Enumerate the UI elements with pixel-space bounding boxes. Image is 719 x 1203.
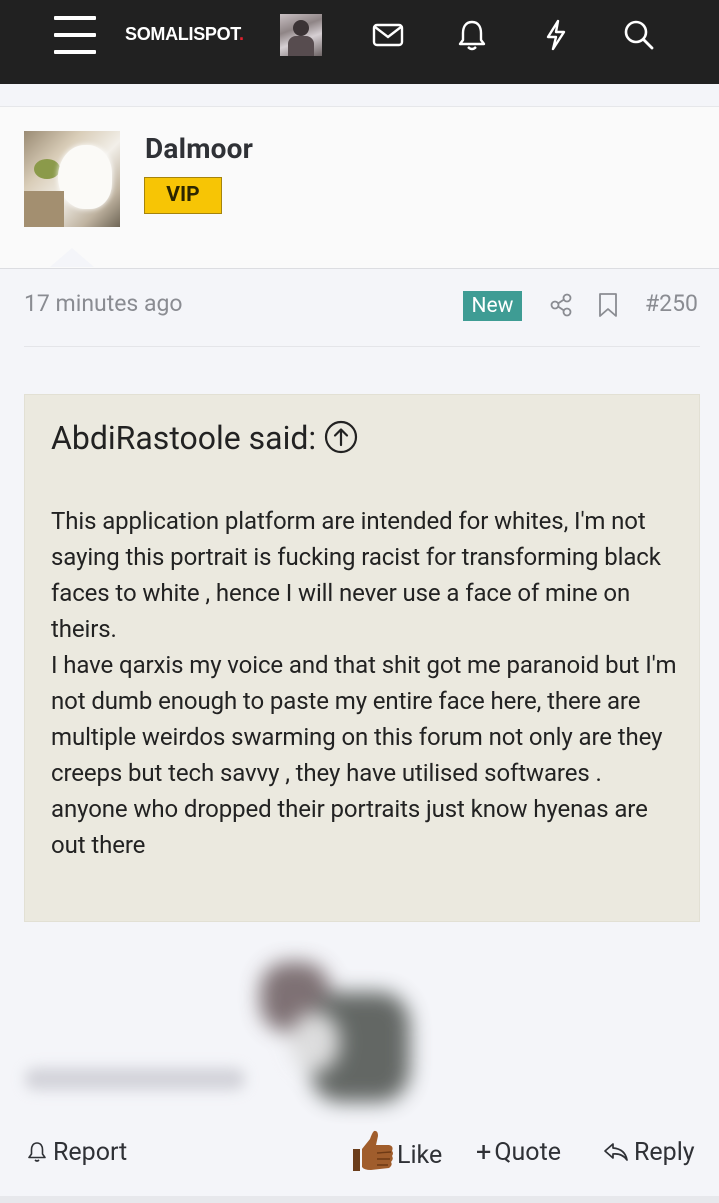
quote-block: AbdiRastoole said: This application plat… xyxy=(24,394,700,922)
card-notch xyxy=(50,248,94,267)
bottom-divider xyxy=(0,1196,719,1203)
blurred-caption xyxy=(25,1068,245,1090)
reply-icon xyxy=(604,1143,628,1161)
avatar[interactable] xyxy=(280,14,322,56)
share-icon[interactable] xyxy=(548,292,574,318)
post-user-card xyxy=(0,106,719,269)
quote-button[interactable]: + Quote xyxy=(476,1128,561,1176)
username[interactable]: Dalmoor xyxy=(145,132,253,165)
quote-author[interactable]: AbdiRastoole said: xyxy=(51,419,316,457)
like-button[interactable]: Like xyxy=(347,1128,442,1176)
divider xyxy=(24,346,700,347)
post-meta: 17 minutes ago New #250 xyxy=(24,290,700,321)
thumbs-up-icon xyxy=(353,1130,393,1171)
arrow-up-circle-icon[interactable] xyxy=(324,420,358,454)
post-actions: Report Like + Quote Reply xyxy=(0,1128,719,1178)
bell-outline-icon xyxy=(28,1142,46,1162)
blurred-image[interactable] xyxy=(250,952,420,1112)
post-number[interactable]: #250 xyxy=(645,290,698,317)
reply-button[interactable]: Reply xyxy=(602,1128,695,1176)
bell-icon[interactable] xyxy=(454,17,490,53)
quote-paragraph: anyone who dropped their portraits just … xyxy=(51,795,648,859)
logo-text: SOMALISPOT xyxy=(125,24,240,44)
vip-badge: VIP xyxy=(144,177,222,214)
logo-dot: . xyxy=(239,24,244,44)
envelope-icon[interactable] xyxy=(370,17,406,53)
quote-body: This application platform are intended f… xyxy=(51,503,681,863)
new-badge: New xyxy=(463,291,522,321)
lightning-icon[interactable] xyxy=(538,17,574,53)
quote-paragraph: I have qarxis my voice and that shit got… xyxy=(51,651,677,787)
bookmark-icon[interactable] xyxy=(596,292,620,318)
quote-label: Quote xyxy=(494,1137,562,1167)
report-label: Report xyxy=(53,1137,128,1167)
top-nav-bar: SOMALISPOT. xyxy=(0,0,719,84)
post-time[interactable]: 17 minutes ago xyxy=(24,290,183,317)
report-button[interactable]: Report xyxy=(25,1128,127,1176)
like-label: Like xyxy=(397,1140,443,1170)
user-avatar[interactable] xyxy=(24,131,120,227)
quote-paragraph: This application platform are intended f… xyxy=(51,507,661,643)
site-logo[interactable]: SOMALISPOT. xyxy=(125,24,244,45)
quote-header: AbdiRastoole said: xyxy=(51,419,358,457)
plus-icon: + xyxy=(476,1136,492,1168)
search-icon[interactable] xyxy=(621,17,657,53)
reply-label: Reply xyxy=(634,1137,695,1167)
menu-icon[interactable] xyxy=(54,16,96,54)
